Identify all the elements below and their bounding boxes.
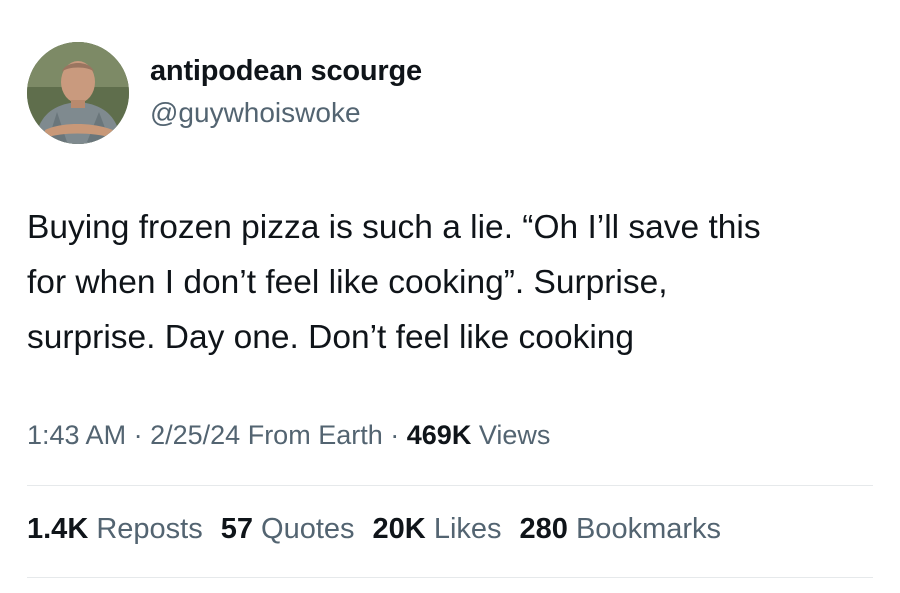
tweet-card: antipodean scourge @guywhoiswoke Buying … — [0, 0, 900, 593]
likes-label: Likes — [433, 513, 502, 545]
meta-separator: · — [133, 420, 143, 450]
divider — [27, 577, 873, 578]
reposts-count: 1.4K — [27, 513, 89, 545]
reposts-label: Reposts — [96, 513, 203, 545]
quotes-count: 57 — [220, 513, 253, 545]
bookmarks-count: 280 — [519, 513, 568, 545]
views-count: 469K — [406, 420, 472, 450]
bookmarks-label: Bookmarks — [575, 513, 722, 545]
likes-count: 20K — [372, 513, 426, 545]
author-display-name[interactable]: antipodean scourge — [150, 55, 422, 88]
tweet-meta: 1:43 AM · 2/25/24 From Earth · 469K View… — [27, 420, 550, 451]
views-label: Views — [478, 420, 551, 450]
engagement-stats: 1.4K Reposts 57 Quotes 20K Likes 280 Bookma… — [27, 513, 739, 546]
reposts-stat[interactable]: 1.4K Reposts — [27, 513, 203, 545]
avatar-photo — [27, 42, 129, 144]
tweet-text-line: Buying frozen pizza is such a lie. “Oh I… — [27, 209, 761, 246]
quotes-label: Quotes — [261, 513, 355, 545]
tweet-date[interactable]: 2/25/24 — [150, 420, 240, 450]
bookmarks-stat[interactable]: 280 Bookmarks — [520, 513, 722, 545]
divider — [27, 485, 873, 486]
tweet-source: From Earth — [247, 420, 383, 450]
tweet-text-line: surprise. Day one. Don’t feel like cooki… — [27, 319, 635, 356]
likes-stat[interactable]: 20K Likes — [373, 513, 502, 545]
meta-separator: · — [390, 420, 400, 450]
quotes-stat[interactable]: 57 Quotes — [221, 513, 355, 545]
author-handle[interactable]: @guywhoiswoke — [150, 97, 361, 129]
tweet-time[interactable]: 1:43 AM — [27, 420, 126, 450]
tweet-text: Buying frozen pizza is such a lie. “Oh I… — [27, 200, 877, 365]
avatar[interactable] — [27, 42, 129, 144]
tweet-text-line: for when I don’t feel like cooking”. Sur… — [27, 264, 668, 301]
